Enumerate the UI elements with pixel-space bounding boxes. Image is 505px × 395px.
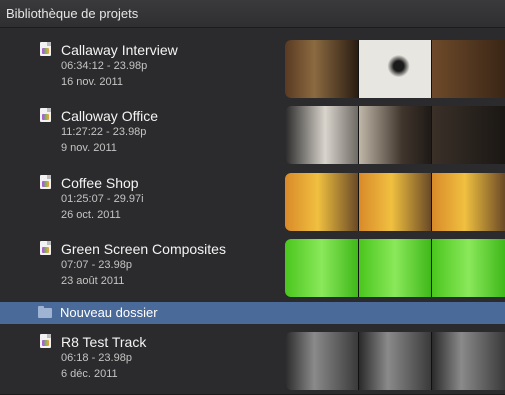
thumbnail-frame [358, 40, 433, 98]
project-name: Calloway Office [61, 108, 159, 124]
project-timecode: 07:07 - 23.98p [61, 259, 132, 271]
thumbnail-frame [358, 173, 433, 231]
project-file-icon [40, 108, 51, 122]
project-date: 26 oct. 2011 [61, 209, 121, 221]
project-date: 9 nov. 2011 [61, 142, 117, 154]
project-name: R8 Test Track [61, 334, 147, 350]
project-date: 16 nov. 2011 [61, 76, 123, 88]
project-row-green-screen-composites[interactable]: Green Screen Composites 07:07 - 23.98p 2… [0, 231, 505, 297]
thumbnail-frame [432, 40, 505, 98]
thumbnail-frame [358, 239, 433, 297]
folder-icon [38, 306, 52, 318]
thumbnail-frame [285, 106, 359, 164]
project-file-icon [40, 334, 51, 348]
window-title: Bibliothèque de projets [6, 6, 139, 21]
project-file-icon [40, 175, 51, 189]
project-filmstrip[interactable] [285, 106, 505, 164]
project-file-icon [40, 42, 51, 56]
project-list: Callaway Interview 06:34:12 - 23.98p 16 … [0, 28, 505, 395]
thumbnail-frame [285, 239, 359, 297]
project-date: 23 août 2011 [61, 275, 125, 287]
thumbnail-frame [285, 173, 359, 231]
project-filmstrip[interactable] [285, 40, 505, 98]
project-row-calloway-office[interactable]: Calloway Office 11:27:22 - 23.98p 9 nov.… [0, 98, 505, 164]
project-filmstrip[interactable] [285, 239, 505, 297]
project-file-icon [40, 241, 51, 255]
project-name: Coffee Shop [61, 175, 139, 191]
thumbnail-frame [432, 173, 505, 231]
thumbnail-frame [285, 332, 359, 390]
project-row-callaway-interview[interactable]: Callaway Interview 06:34:12 - 23.98p 16 … [0, 32, 505, 98]
thumbnail-frame [358, 332, 433, 390]
project-filmstrip[interactable] [285, 332, 505, 390]
thumbnail-frame [285, 40, 359, 98]
project-timecode: 06:18 - 23.98p [61, 352, 132, 364]
project-timecode: 11:27:22 - 23.98p [61, 126, 147, 138]
project-date: 6 déc. 2011 [61, 368, 118, 380]
project-row-coffee-shop[interactable]: Coffee Shop 01:25:07 - 29.97i 26 oct. 20… [0, 165, 505, 231]
project-timecode: 06:34:12 - 23.98p [61, 60, 148, 72]
thumbnail-frame [358, 106, 433, 164]
folder-row-nouveau-dossier[interactable]: Nouveau dossier [0, 302, 505, 324]
folder-label: Nouveau dossier [60, 305, 158, 320]
project-filmstrip[interactable] [285, 173, 505, 231]
thumbnail-frame [432, 239, 505, 297]
project-timecode: 01:25:07 - 29.97i [61, 193, 144, 205]
project-name: Callaway Interview [61, 42, 178, 58]
thumbnail-frame [432, 106, 505, 164]
project-name: Green Screen Composites [61, 241, 226, 257]
project-row-r8-test-track[interactable]: R8 Test Track 06:18 - 23.98p 6 déc. 2011 [0, 324, 505, 390]
title-bar: Bibliothèque de projets [0, 0, 505, 28]
thumbnail-frame [432, 332, 505, 390]
